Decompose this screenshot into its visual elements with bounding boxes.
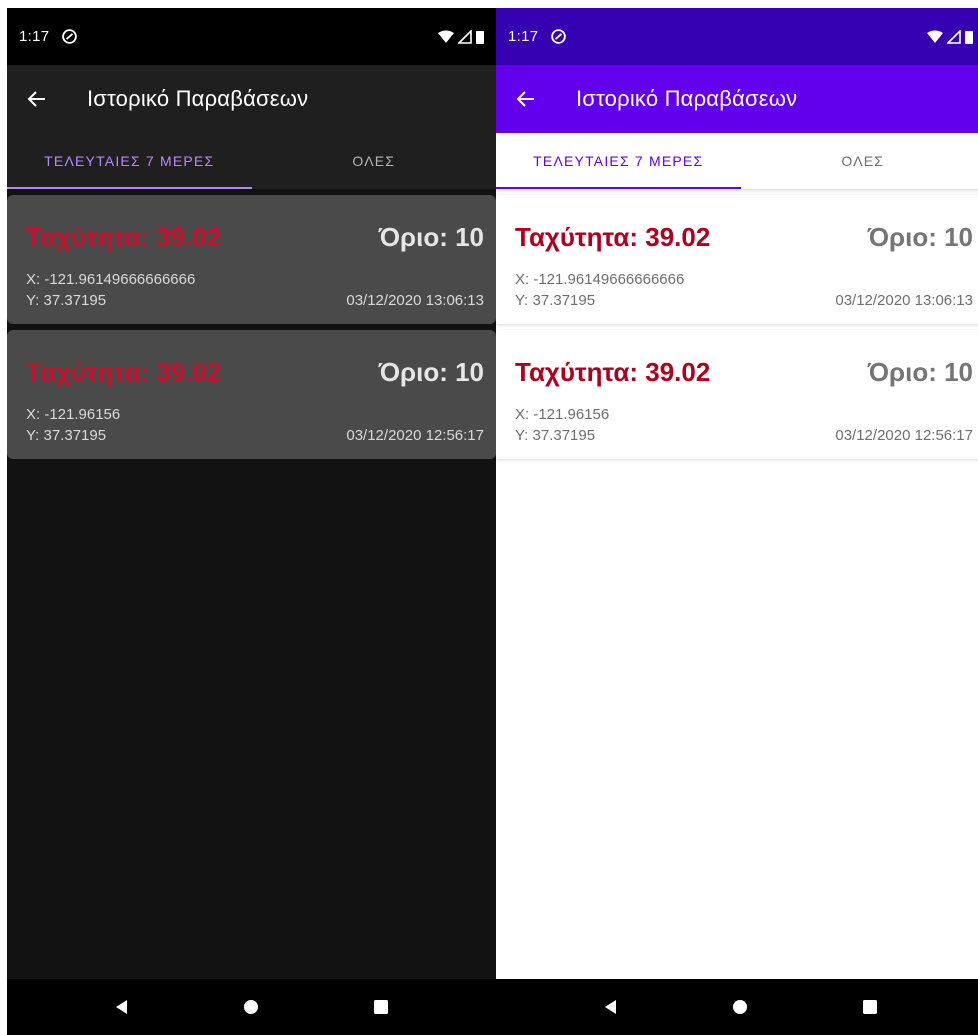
- coordinate-y: Y: 37.37195: [515, 427, 596, 444]
- tab-label: ΤΕΛΕΥΤΑΙΕΣ 7 ΜΕΡΕΣ: [533, 153, 704, 169]
- battery-icon: [965, 30, 973, 44]
- violation-datetime: 03/12/2020 13:06:13: [835, 292, 973, 309]
- page-title: Ιστορικό Παραβάσεων: [576, 86, 798, 111]
- tab-last-7-days[interactable]: ΤΕΛΕΥΤΑΙΕΣ 7 ΜΕΡΕΣ: [496, 133, 741, 189]
- violation-card[interactable]: Ταχύτητα: 39.02 Όριο: 10 X: -121.96156 Y…: [496, 330, 978, 459]
- speed-value: Ταχύτητα: 39.02: [515, 357, 711, 387]
- data-saver-icon: [551, 29, 567, 44]
- nav-recents-icon[interactable]: [860, 997, 880, 1017]
- battery-icon: [476, 30, 484, 44]
- tab-last-7-days[interactable]: ΤΕΛΕΥΤΑΙΕΣ 7 ΜΕΡΕΣ: [7, 133, 252, 189]
- tab-all[interactable]: ΟΛΕΣ: [741, 133, 978, 189]
- violation-card[interactable]: Ταχύτητα: 39.02 Όριο: 10 X: -121.9614966…: [496, 195, 978, 324]
- status-time: 1:17: [508, 28, 539, 45]
- violations-list: Ταχύτητα: 39.02 Όριο: 10 X: -121.9614966…: [496, 189, 978, 459]
- tab-label: ΤΕΛΕΥΤΑΙΕΣ 7 ΜΕΡΕΣ: [44, 153, 215, 169]
- speed-value: Ταχύτητα: 39.02: [515, 222, 711, 252]
- speed-value: Ταχύτητα: 39.02: [26, 222, 222, 252]
- tab-label: ΟΛΕΣ: [841, 153, 885, 169]
- nav-back-icon[interactable]: [112, 997, 132, 1017]
- violation-card[interactable]: Ταχύτητα: 39.02 Όριο: 10 X: -121.9614966…: [7, 195, 496, 324]
- coordinate-x: X: -121.96156: [26, 406, 121, 423]
- coordinate-y: Y: 37.37195: [515, 292, 596, 309]
- speed-limit: Όριο: 10: [378, 222, 484, 252]
- light-theme-screen: 1:17 Ιστορικό Παραβάσεων ΤΕΛΕΥΤΑΙΕΣ 7 ΜΕ…: [496, 8, 978, 1035]
- coordinate-x: X: -121.96156: [515, 406, 610, 423]
- cellular-signal-icon: [947, 29, 961, 44]
- violation-card[interactable]: Ταχύτητα: 39.02 Όριο: 10 X: -121.96156 Y…: [7, 330, 496, 459]
- data-saver-icon: [62, 29, 78, 44]
- speed-value: Ταχύτητα: 39.02: [26, 357, 222, 387]
- status-bar: 1:17: [496, 8, 978, 65]
- tab-all[interactable]: ΟΛΕΣ: [252, 133, 497, 189]
- nav-back-icon[interactable]: [601, 997, 621, 1017]
- speed-limit: Όριο: 10: [867, 357, 973, 387]
- violation-datetime: 03/12/2020 12:56:17: [346, 427, 484, 444]
- wifi-icon: [438, 30, 454, 43]
- violations-list: Ταχύτητα: 39.02 Όριο: 10 X: -121.9614966…: [7, 189, 496, 459]
- status-icons: [438, 29, 484, 44]
- status-bar: 1:17: [7, 8, 496, 65]
- status-icons: [927, 29, 973, 44]
- coordinate-x: X: -121.96149666666666: [26, 271, 196, 288]
- navigation-bar: [7, 979, 496, 1035]
- navigation-bar: [496, 979, 978, 1035]
- dark-theme-screen: 1:17 Ιστορικό Παραβάσεων ΤΕΛΕΥΤΑΙΕΣ 7 ΜΕ…: [7, 8, 496, 1035]
- tab-bar: ΤΕΛΕΥΤΑΙΕΣ 7 ΜΕΡΕΣ ΟΛΕΣ: [496, 133, 978, 189]
- nav-home-icon[interactable]: [730, 997, 750, 1017]
- nav-home-icon[interactable]: [241, 997, 261, 1017]
- page-title: Ιστορικό Παραβάσεων: [87, 86, 309, 111]
- coordinate-x: X: -121.96149666666666: [515, 271, 685, 288]
- coordinate-y: Y: 37.37195: [26, 292, 107, 309]
- wifi-icon: [927, 30, 943, 43]
- cellular-signal-icon: [458, 29, 472, 44]
- speed-limit: Όριο: 10: [378, 357, 484, 387]
- back-arrow-icon[interactable]: [514, 87, 538, 111]
- app-bar: Ιστορικό Παραβάσεων: [7, 65, 496, 133]
- app-bar: Ιστορικό Παραβάσεων: [496, 65, 978, 133]
- status-time: 1:17: [19, 28, 50, 45]
- coordinate-y: Y: 37.37195: [26, 427, 107, 444]
- speed-limit: Όριο: 10: [867, 222, 973, 252]
- tab-label: ΟΛΕΣ: [352, 153, 396, 169]
- tab-bar: ΤΕΛΕΥΤΑΙΕΣ 7 ΜΕΡΕΣ ΟΛΕΣ: [7, 133, 496, 189]
- nav-recents-icon[interactable]: [371, 997, 391, 1017]
- violation-datetime: 03/12/2020 12:56:17: [835, 427, 973, 444]
- back-arrow-icon[interactable]: [25, 87, 49, 111]
- violation-datetime: 03/12/2020 13:06:13: [346, 292, 484, 309]
